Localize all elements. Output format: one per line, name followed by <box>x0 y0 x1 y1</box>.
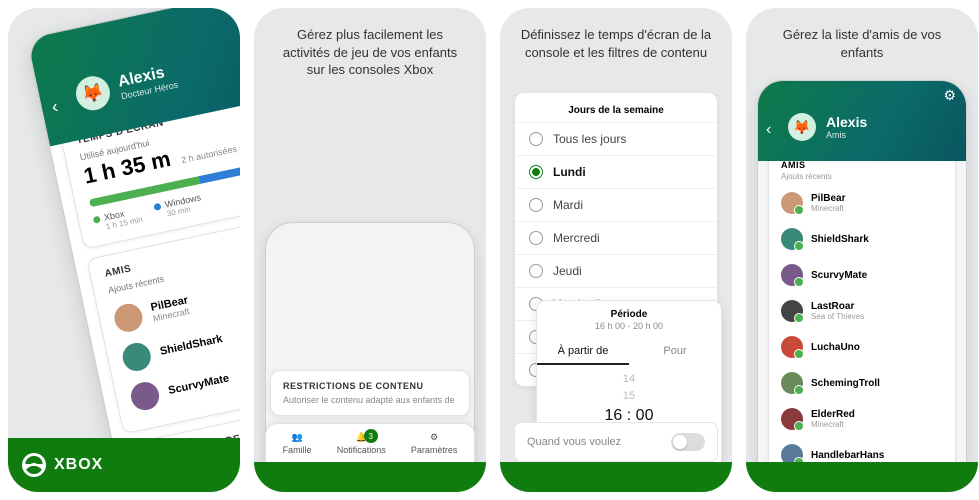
friend-name: HandlebarHans <box>811 450 884 461</box>
wheel-value: 14 <box>537 371 721 388</box>
back-icon[interactable]: ‹ <box>50 96 60 118</box>
dot-icon <box>154 203 162 211</box>
list-item[interactable]: PilBearMinecraft <box>769 185 955 221</box>
day-label: Mercredi <box>553 231 600 245</box>
restrictions-card[interactable]: RESTRICTIONS DE CONTENU Autoriser le con… <box>270 370 470 416</box>
nav-settings[interactable]: ⚙ Paramètres <box>411 432 458 455</box>
brand-band <box>746 462 978 492</box>
friend-name: ShieldShark <box>811 234 869 245</box>
xbox-brand-footer: XBOX <box>8 438 240 492</box>
day-option[interactable]: Mardi <box>515 188 717 221</box>
back-icon[interactable]: ‹ <box>766 121 771 139</box>
restrictions-sub: Autoriser le contenu adapté aux enfants … <box>283 395 457 405</box>
phone-mock-1: ⚙ ‹ 🦊 Alexis Docteur Héros TEMPS D'ÉCRAN… <box>26 8 240 492</box>
friends-card: AMIS Ajouts récents PilBearMinecraft Shi… <box>768 147 956 492</box>
friend-game: Minecraft <box>811 420 855 429</box>
gear-icon[interactable]: ⚙ <box>943 87 956 104</box>
friend-game: Minecraft <box>811 204 845 213</box>
panel-caption: Définissez le temps d'écran de la consol… <box>500 8 732 69</box>
list-item[interactable]: LuchaUno <box>769 329 955 365</box>
profile-subtitle: Amis <box>826 130 867 140</box>
gear-icon: ⚙ <box>430 432 438 443</box>
avatar: 🦊 <box>73 73 113 113</box>
day-option[interactable]: Mercredi <box>515 221 717 254</box>
people-icon: 👥 <box>291 432 302 443</box>
friend-name: ElderRed <box>811 409 855 420</box>
day-label: Lundi <box>553 165 586 179</box>
friend-name: LastRoar <box>811 301 864 312</box>
xbox-logo-icon <box>22 453 46 477</box>
friend-name: LuchaUno <box>811 342 860 353</box>
phone-header: ⚙ ‹ 🦊 Alexis Amis <box>758 81 966 161</box>
nav-family[interactable]: 👥 Famille <box>283 432 312 455</box>
friend-game: Sea of Thieves <box>811 312 864 321</box>
nav-notifications[interactable]: 🔔3Notifications <box>337 432 386 455</box>
brand-band <box>254 462 486 492</box>
friends-card[interactable]: AMIS Ajouts récents PilBearMinecraft Shi… <box>86 211 240 435</box>
friend-name: ScurvyMate <box>167 372 230 397</box>
list-item[interactable]: ElderRedMinecraft <box>769 401 955 437</box>
day-option[interactable]: Lundi <box>515 155 717 188</box>
profile-block[interactable]: 🦊 Alexis Docteur Héros <box>73 59 180 113</box>
panel-caption: Gérez plus facilement les activités de j… <box>254 8 486 87</box>
friend-name: SchemingTroll <box>811 378 880 389</box>
screenshot-panel-2: Gérez plus facilement les activités de j… <box>254 8 486 492</box>
bottom-nav: 👥Famille 🔔3Notifications ⚙Paramètres <box>265 423 475 466</box>
list-item[interactable]: LastRoarSea of Thieves <box>769 293 955 329</box>
nav-label: Notifications <box>337 445 386 455</box>
recent-adds-label: Ajouts récents <box>769 172 955 185</box>
friend-name: PilBear <box>811 193 845 204</box>
tab-from[interactable]: À partir de <box>537 339 629 365</box>
list-item[interactable]: SchemingTroll <box>769 365 955 401</box>
allowed-label: 2 h autorisées <box>180 144 237 166</box>
brand-label: XBOX <box>54 456 103 474</box>
period-title: Période <box>537 309 721 320</box>
phone-mock-4: ⚙ ‹ 🦊 Alexis Amis AMIS Ajouts récents Pi… <box>757 80 967 492</box>
screenshot-panel-4: Gérez la liste d'amis de vos enfants ⚙ ‹… <box>746 8 978 492</box>
day-label: Jeudi <box>553 264 582 278</box>
day-label: Mardi <box>553 198 583 212</box>
tab-to[interactable]: Pour <box>629 339 721 365</box>
day-option[interactable]: Tous les jours <box>515 122 717 155</box>
panel-caption: Gérez la liste d'amis de vos enfants <box>746 8 978 69</box>
screenshot-panel-1: ⚙ ‹ 🦊 Alexis Docteur Héros TEMPS D'ÉCRAN… <box>8 8 240 492</box>
wheel-value: 15 <box>537 388 721 405</box>
friend-name: ShieldShark <box>159 333 224 358</box>
day-label: Tous les jours <box>553 132 626 146</box>
day-option[interactable]: Jeudi <box>515 254 717 287</box>
profile-name: Alexis <box>826 114 867 130</box>
list-item[interactable]: ShieldShark <box>769 221 955 257</box>
toggle-switch[interactable] <box>671 433 705 451</box>
nav-label: Famille <box>283 445 312 455</box>
list-item[interactable]: ScurvyMate <box>769 257 955 293</box>
avatar: 🦊 <box>788 113 816 141</box>
whenever-row[interactable]: Quand vous voulez <box>514 422 718 462</box>
dot-icon <box>93 216 101 224</box>
notification-badge: 3 <box>364 429 378 443</box>
days-title: Jours de la semaine <box>515 101 717 122</box>
whenever-label: Quand vous voulez <box>527 436 621 448</box>
profile-block[interactable]: 🦊 Alexis Amis <box>788 113 867 141</box>
nav-label: Paramètres <box>411 445 458 455</box>
period-range: 16 h 00 - 20 h 00 <box>537 321 721 331</box>
friend-name: ScurvyMate <box>811 270 867 281</box>
restrictions-label: RESTRICTIONS DE CONTENU <box>283 381 457 391</box>
brand-band <box>500 462 732 492</box>
screenshot-panel-3: Définissez le temps d'écran de la consol… <box>500 8 732 492</box>
